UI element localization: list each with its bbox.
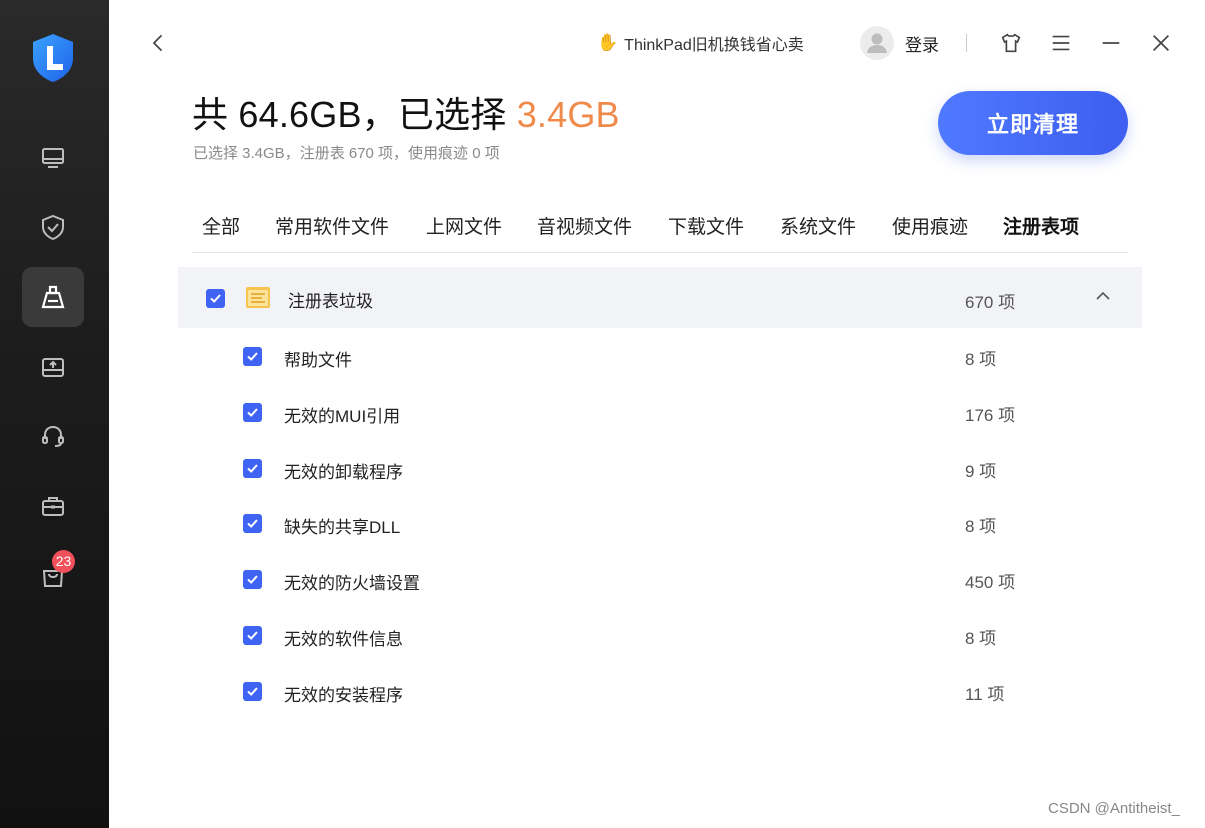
total-size-text: 共 64.6GB，已选择 [192, 94, 517, 135]
nav-toolbox[interactable] [22, 476, 84, 536]
promo-banner[interactable]: ✋ ThinkPad旧机换钱省心卖 [597, 31, 804, 55]
waving-hand-icon: ✋ [597, 33, 619, 52]
item-checkbox[interactable] [243, 403, 262, 422]
checkmark-icon [247, 519, 258, 528]
item-count: 176 项 [965, 406, 1016, 425]
item-count: 9 项 [965, 462, 997, 481]
checkmark-icon [247, 575, 258, 584]
avatar [860, 26, 894, 60]
user-avatar-icon [867, 33, 887, 53]
item-checkbox[interactable] [243, 626, 262, 645]
minimize-button[interactable] [1098, 30, 1124, 56]
registry-group-header[interactable]: 注册表垃圾 670 项 [178, 267, 1142, 328]
promo-text: ThinkPad旧机换钱省心卖 [624, 37, 804, 54]
tshirt-icon [1001, 33, 1021, 53]
tab-common-software[interactable]: 常用软件文件 [275, 212, 389, 239]
tab-system-files[interactable]: 系统文件 [780, 212, 856, 239]
headset-icon [42, 425, 64, 447]
item-count: 8 项 [965, 629, 997, 648]
toolbox-icon [42, 497, 64, 516]
selected-size: 3.4GB [516, 94, 620, 135]
nav-security[interactable] [22, 197, 84, 257]
item-count: 450 项 [965, 573, 1016, 592]
item-label: 帮助文件 [284, 351, 352, 370]
tab-media-files[interactable]: 音视频文件 [537, 212, 632, 239]
checkmark-icon [210, 294, 221, 303]
nav-monitor[interactable] [22, 128, 84, 188]
topbar-divider [966, 34, 967, 52]
category-tabs: 全部 常用软件文件 上网文件 音视频文件 下载文件 系统文件 使用痕迹 注册表项 [192, 208, 1128, 253]
login-link[interactable]: 登录 [905, 31, 939, 56]
list-item[interactable]: 缺失的共享DLL 8 项 [178, 505, 1142, 561]
item-count: 11 项 [965, 685, 1005, 704]
back-button[interactable] [146, 30, 172, 56]
item-checkbox[interactable] [243, 347, 262, 366]
list-item[interactable]: 无效的防火墙设置 450 项 [178, 561, 1142, 617]
chevron-left-icon [152, 34, 163, 52]
list-item[interactable]: 无效的卸载程序 9 项 [178, 450, 1142, 506]
item-checkbox[interactable] [243, 514, 262, 533]
list-item[interactable]: 无效的MUI引用 176 项 [178, 394, 1142, 450]
item-count: 8 项 [965, 517, 997, 536]
item-label: 无效的防火墙设置 [284, 574, 420, 593]
group-label: 注册表垃圾 [288, 292, 373, 311]
selection-summary: 已选择 3.4GB，注册表 670 项，使用痕迹 0 项 [193, 145, 500, 162]
item-label: 无效的卸载程序 [284, 463, 403, 482]
hamburger-menu-icon [1052, 35, 1070, 51]
tab-download-files[interactable]: 下载文件 [668, 212, 744, 239]
list-item[interactable]: 无效的安装程序 11 项 [178, 673, 1142, 729]
item-label: 无效的MUI引用 [284, 407, 401, 426]
app-window: 23 ✋ ThinkPad旧机换钱省心卖 登录 共 64.6GB，已选择 3.4… [0, 0, 1205, 828]
list-item[interactable]: 帮助文件 8 项 [178, 338, 1142, 394]
item-checkbox[interactable] [243, 570, 262, 589]
shield-check-icon [42, 214, 64, 241]
item-label: 缺失的共享DLL [284, 518, 401, 537]
list-item[interactable]: 无效的软件信息 8 项 [178, 617, 1142, 673]
nav-disk[interactable] [22, 337, 84, 397]
item-label: 无效的软件信息 [284, 630, 403, 649]
checkmark-icon [247, 687, 258, 696]
item-checkbox[interactable] [243, 459, 262, 478]
tab-usage-traces[interactable]: 使用痕迹 [892, 212, 968, 239]
collapse-toggle[interactable] [1094, 287, 1112, 305]
tab-internet-files[interactable]: 上网文件 [426, 212, 502, 239]
checkmark-icon [247, 352, 258, 361]
nav-store[interactable]: 23 [22, 546, 84, 606]
minimize-icon [1102, 42, 1120, 44]
checkmark-icon [247, 408, 258, 417]
item-checkbox[interactable] [243, 682, 262, 701]
checkmark-icon [247, 464, 258, 473]
group-checkbox[interactable] [206, 289, 225, 308]
sidebar: 23 [0, 0, 109, 828]
nav-support[interactable] [22, 406, 84, 466]
monitor-icon [42, 148, 64, 168]
checkmark-icon [247, 631, 258, 640]
registry-icon [244, 283, 272, 311]
disk-upload-icon [42, 358, 64, 377]
app-logo [30, 32, 76, 84]
item-count: 8 项 [965, 350, 997, 369]
user-login[interactable]: 登录 [860, 26, 939, 60]
broom-icon [41, 285, 65, 309]
group-count: 670 项 [965, 293, 1016, 312]
tab-registry[interactable]: 注册表项 [1003, 212, 1079, 239]
nav-cleanup[interactable] [22, 267, 84, 327]
tab-all[interactable]: 全部 [202, 212, 240, 239]
notification-badge: 23 [52, 550, 75, 573]
page-title: 共 64.6GB，已选择 3.4GB [192, 86, 620, 138]
skin-button[interactable] [998, 30, 1024, 56]
menu-button[interactable] [1048, 30, 1074, 56]
chevron-up-icon [1096, 291, 1110, 300]
watermark: CSDN @Antitheist_ [1048, 800, 1180, 817]
clean-now-button[interactable]: 立即清理 [938, 91, 1128, 155]
item-label: 无效的安装程序 [284, 686, 403, 705]
close-button[interactable] [1148, 30, 1174, 56]
close-icon [1153, 35, 1169, 51]
